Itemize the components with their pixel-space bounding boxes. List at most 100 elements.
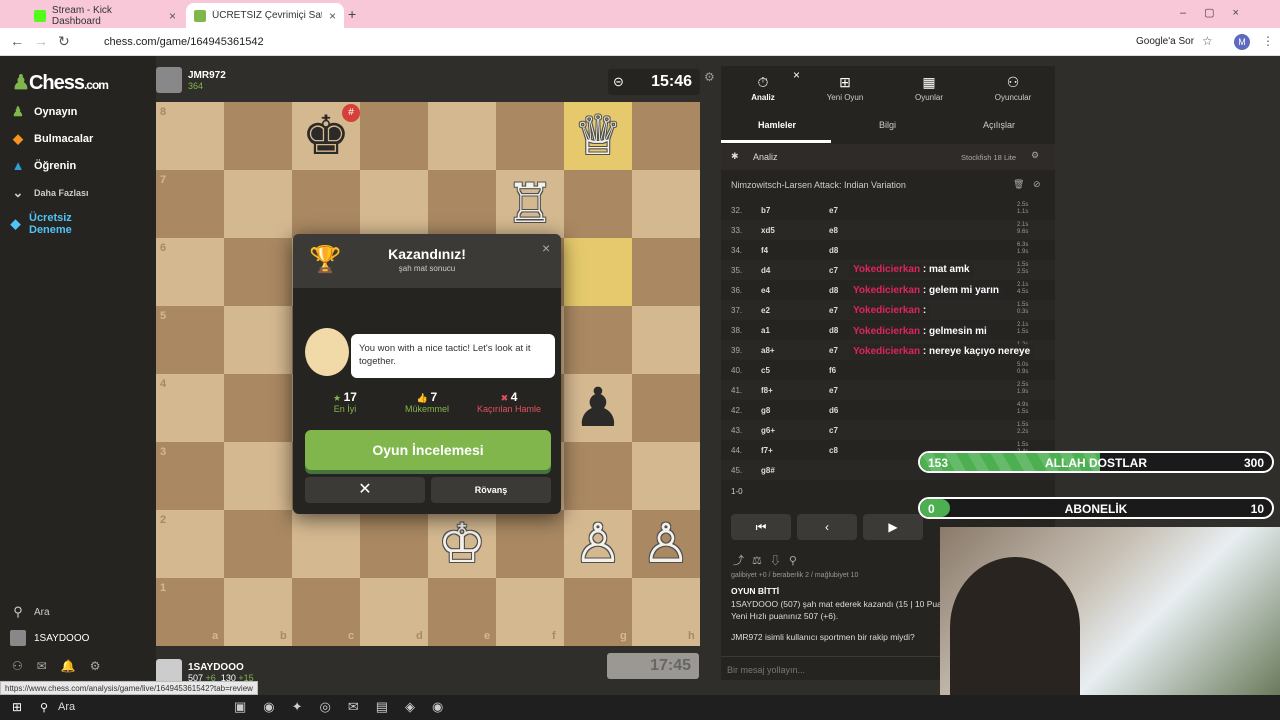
square-h3[interactable] bbox=[632, 442, 700, 510]
black-move[interactable]: e8 bbox=[829, 226, 838, 235]
tab-players[interactable]: ⚇ Oyuncular bbox=[983, 74, 1043, 102]
black-move[interactable]: d6 bbox=[829, 406, 838, 415]
square-g3[interactable] bbox=[564, 442, 632, 510]
square-d7[interactable] bbox=[360, 170, 428, 238]
white-move[interactable]: e4 bbox=[761, 286, 770, 295]
tab-openings[interactable]: Açılışlar bbox=[983, 120, 1015, 130]
white-queen-piece[interactable]: ♕ bbox=[564, 102, 632, 170]
tab-games[interactable]: ▦ Oyunlar bbox=[899, 74, 959, 102]
sidebar-item-play[interactable]: ♟ Oynayın bbox=[10, 104, 77, 120]
white-move[interactable]: e2 bbox=[761, 306, 770, 315]
trash-icon[interactable]: 🗑 bbox=[1013, 179, 1024, 190]
close-icon[interactable]: × bbox=[793, 68, 800, 82]
menu-icon[interactable]: ⋮ bbox=[1262, 34, 1274, 48]
first-move-button[interactable]: ⏮ bbox=[731, 514, 791, 540]
white-move[interactable]: g6+ bbox=[761, 426, 775, 435]
rematch-button[interactable]: Rövanş bbox=[431, 477, 551, 503]
close-icon[interactable]: ✕ bbox=[305, 477, 425, 503]
square-h5[interactable] bbox=[632, 306, 700, 374]
browser-tab-chess[interactable]: ÜCRETSİZ Çevrimiçi Satranç Oy × bbox=[186, 3, 344, 28]
sidebar-search[interactable]: ⚲ Ara bbox=[10, 604, 49, 620]
square-a5[interactable] bbox=[156, 306, 224, 374]
square-a4[interactable] bbox=[156, 374, 224, 442]
square-a7[interactable] bbox=[156, 170, 224, 238]
profile-avatar[interactable]: M bbox=[1234, 34, 1250, 50]
new-tab-icon[interactable]: + bbox=[348, 6, 356, 22]
sidebar-footer-icons[interactable]: ⚇✉🔔⚙ bbox=[12, 659, 115, 673]
square-e8[interactable] bbox=[428, 102, 496, 170]
taskbar-apps[interactable]: ▣◉✦◎✉▤◈◉ bbox=[234, 699, 460, 715]
white-move[interactable]: g8 bbox=[761, 406, 770, 415]
black-move[interactable]: c7 bbox=[829, 426, 838, 435]
black-move[interactable]: f6 bbox=[829, 366, 836, 375]
black-move[interactable]: c8 bbox=[829, 446, 838, 455]
square-b7[interactable] bbox=[224, 170, 292, 238]
square-h7[interactable] bbox=[632, 170, 700, 238]
square-a3[interactable] bbox=[156, 442, 224, 510]
search-icon[interactable]: ⚲ bbox=[40, 701, 48, 714]
black-move[interactable]: e7 bbox=[829, 386, 838, 395]
close-icon[interactable]: × bbox=[329, 9, 336, 23]
white-king-piece[interactable]: ♔ bbox=[428, 510, 496, 578]
tab-new-game[interactable]: ⊞ Yeni Oyun bbox=[815, 74, 875, 102]
white-move[interactable]: a8+ bbox=[761, 346, 775, 355]
tab-moves[interactable]: Hamleler bbox=[758, 120, 796, 130]
white-move[interactable]: b7 bbox=[761, 206, 770, 215]
url-field[interactable]: chess.com/game/164945361542 bbox=[104, 36, 264, 48]
white-pawn-piece[interactable]: ♙ bbox=[564, 510, 632, 578]
reload-icon[interactable]: ↻ bbox=[58, 33, 70, 50]
square-c7[interactable] bbox=[292, 170, 360, 238]
sidebar-item-more[interactable]: ⌄ Daha Fazlası bbox=[10, 185, 89, 201]
analysis-toggle-icon[interactable]: ✱ bbox=[731, 151, 739, 162]
square-a6[interactable] bbox=[156, 238, 224, 306]
back-icon[interactable]: ← bbox=[10, 33, 24, 49]
black-pawn-piece[interactable]: ♟ bbox=[564, 374, 632, 442]
square-a2[interactable] bbox=[156, 510, 224, 578]
square-f2[interactable] bbox=[496, 510, 564, 578]
square-g5[interactable] bbox=[564, 306, 632, 374]
black-move[interactable]: c7 bbox=[829, 266, 838, 275]
square-d2[interactable] bbox=[360, 510, 428, 578]
block-icon[interactable]: ⊘ bbox=[1033, 179, 1041, 190]
black-move[interactable]: e7 bbox=[829, 306, 838, 315]
sidebar-user[interactable]: 1SAYDOOO bbox=[10, 630, 89, 646]
prev-move-button[interactable]: ‹ bbox=[797, 514, 857, 540]
square-b8[interactable] bbox=[224, 102, 292, 170]
square-g6[interactable] bbox=[564, 238, 632, 306]
white-move[interactable]: f7+ bbox=[761, 446, 773, 455]
white-pawn-piece[interactable]: ♙ bbox=[632, 510, 700, 578]
sidebar-item-learn[interactable]: ▲ Öğrenin bbox=[10, 158, 77, 174]
black-move[interactable]: d8 bbox=[829, 286, 838, 295]
star-icon[interactable]: ☆ bbox=[1202, 34, 1213, 48]
close-icon[interactable]: × bbox=[542, 240, 550, 256]
square-g7[interactable] bbox=[564, 170, 632, 238]
forward-icon[interactable]: → bbox=[34, 33, 48, 49]
sidebar-item-trial[interactable]: ◆ Ücretsiz Deneme bbox=[10, 212, 90, 236]
square-c2[interactable] bbox=[292, 510, 360, 578]
square-b6[interactable] bbox=[224, 238, 292, 306]
gear-icon[interactable]: ⚙ bbox=[704, 70, 715, 84]
google-ask-button[interactable]: Google'a Sor bbox=[1136, 36, 1194, 47]
square-h8[interactable] bbox=[632, 102, 700, 170]
white-move[interactable]: d4 bbox=[761, 266, 770, 275]
chess-logo[interactable]: ♟Chess.com bbox=[12, 70, 109, 95]
white-move[interactable]: a1 bbox=[761, 326, 770, 335]
square-b5[interactable] bbox=[224, 306, 292, 374]
square-e7[interactable] bbox=[428, 170, 496, 238]
game-review-button[interactable]: Oyun İncelemesi bbox=[305, 430, 551, 470]
close-icon[interactable]: × bbox=[169, 9, 176, 23]
white-move[interactable]: c5 bbox=[761, 366, 770, 375]
square-b3[interactable] bbox=[224, 442, 292, 510]
next-move-button[interactable]: ▶ bbox=[863, 514, 923, 540]
windows-icon[interactable]: ⊞ bbox=[12, 700, 22, 714]
black-move[interactable]: d8 bbox=[829, 326, 838, 335]
square-h4[interactable] bbox=[632, 374, 700, 442]
white-rook-piece[interactable]: ♖ bbox=[496, 170, 564, 238]
square-a8[interactable] bbox=[156, 102, 224, 170]
square-h6[interactable] bbox=[632, 238, 700, 306]
player-name[interactable]: 1SAYDOOO bbox=[188, 662, 254, 673]
white-move[interactable]: xd5 bbox=[761, 226, 775, 235]
white-move[interactable]: f8+ bbox=[761, 386, 773, 395]
taskbar-search[interactable]: Ara bbox=[58, 701, 75, 713]
sidebar-item-puzzles[interactable]: ◆ Bulmacalar bbox=[10, 131, 93, 147]
